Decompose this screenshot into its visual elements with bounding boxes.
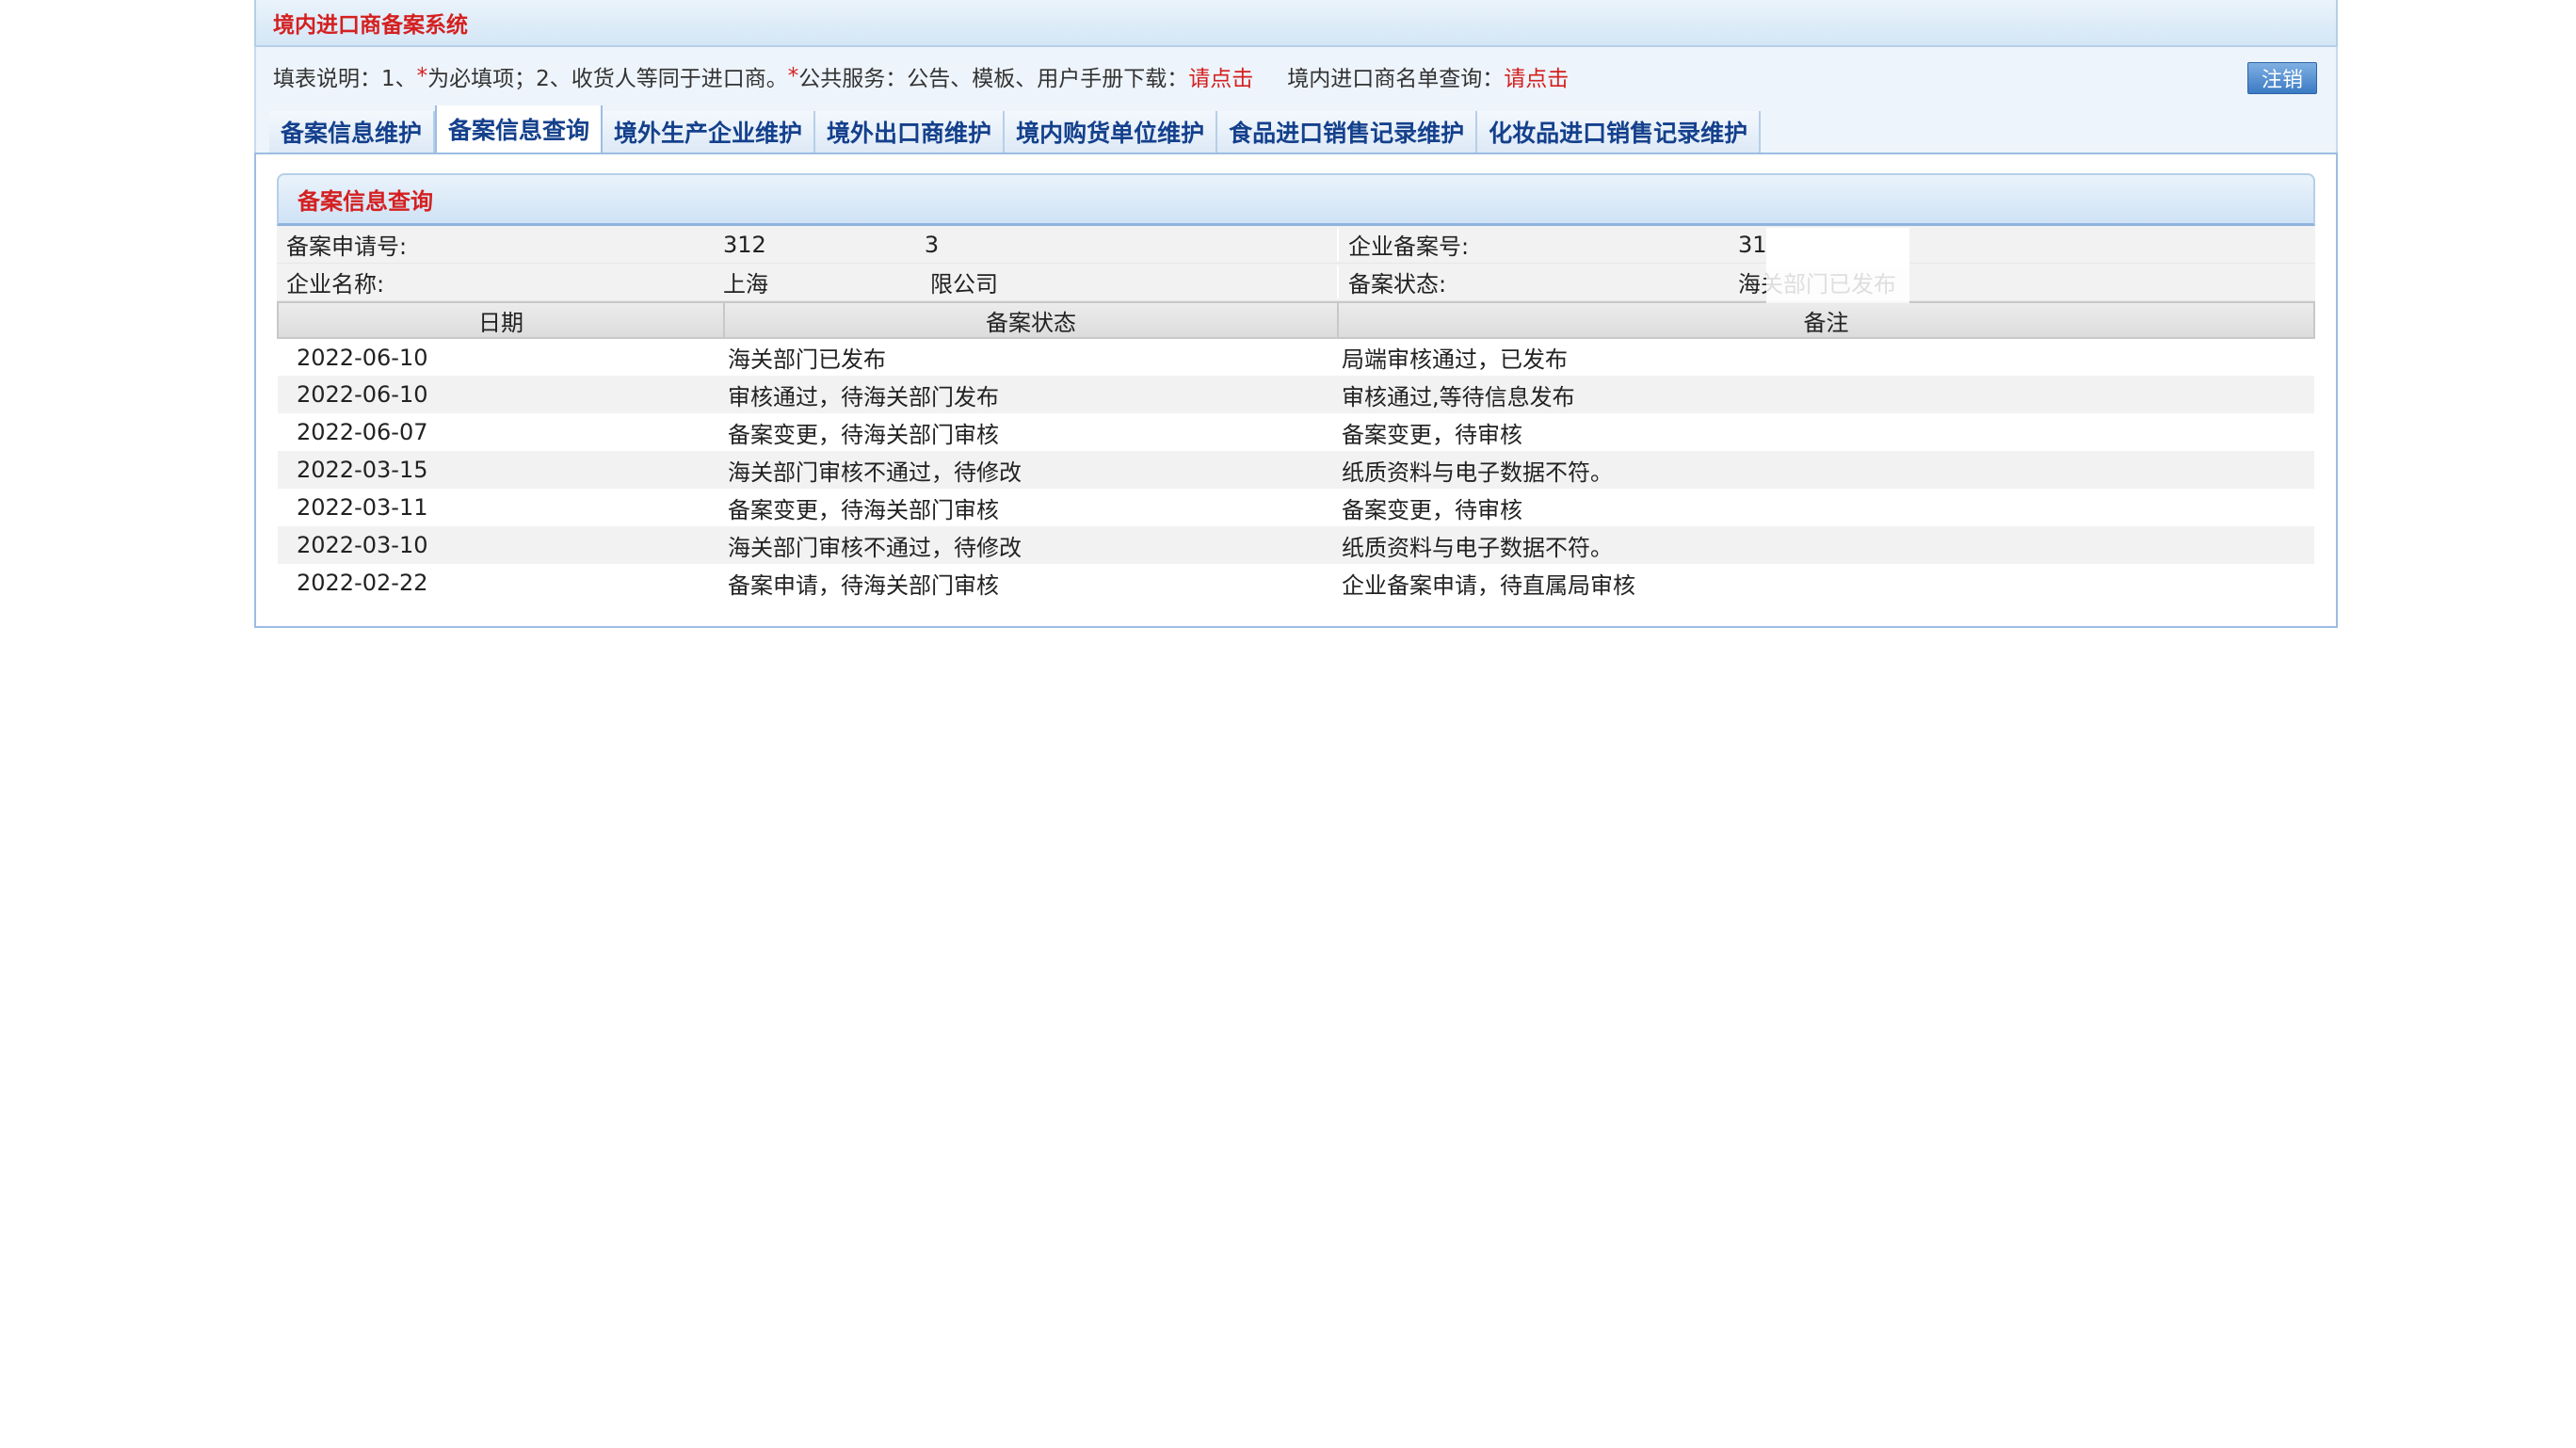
tab-6[interactable]: 食品进口销售记录维护 [1217, 111, 1478, 153]
summary-row: 企业名称: 上海 限公司 备案状态: 海关部门已发布 [277, 262, 2315, 303]
logout-button[interactable]: 注销 [2247, 62, 2317, 94]
cell-remark: 企业备案申请，待直属局审核 [1342, 571, 1635, 599]
info-text-1: 为必填项；2、收货人等同于进口商。 [427, 67, 788, 91]
cell-remark: 审核通过,等待信息发布 [1338, 376, 2314, 413]
tab-1[interactable]: 备案信息维护 [269, 111, 436, 153]
cell-status: 海关部门已发布 [728, 346, 886, 373]
cell-status: 海关部门审核不通过，待修改 [724, 526, 1338, 564]
required-star: * [416, 64, 428, 88]
summary-info: 备案申请号: 312 3 企业备案号: 31 企业名称: 上海 限公司 备案状态: … [277, 226, 2315, 303]
status-label: 备案状态: [1337, 265, 1738, 298]
history-table: 日期 备案状态 备注 2022-06-10 海关部门已发布 局端审核通过，已发布 20… [277, 301, 2315, 602]
summary-row: 备案申请号: 312 3 企业备案号: 31 [277, 226, 2315, 269]
table-row: 2022-03-10 海关部门审核不通过，待修改 纸质资料与电子数据不符。 [278, 526, 2314, 564]
col-header-date: 日期 [277, 301, 725, 339]
app-window: 境内进口商备案系统 填表说明：1、 * 为必填项；2、收货人等同于进口商。 * … [254, 0, 2338, 628]
cell-date: 2022-03-10 [278, 526, 724, 564]
col-header-remark: 备注 [1337, 301, 2315, 339]
title-bar: 境内进口商备案系统 [254, 0, 2338, 47]
app-title: 境内进口商备案系统 [273, 13, 468, 38]
app-no-part2: 3 [924, 231, 940, 258]
cell-status: 海关部门审核不通过，待修改 [724, 451, 1338, 489]
ent-no-value: 31 [1738, 227, 2315, 269]
table-row: 2022-06-10 海关部门已发布 局端审核通过，已发布 [278, 338, 2314, 376]
cell-date: 2022-02-22 [297, 570, 428, 596]
table-row: 2022-03-11 备案变更，待海关部门审核 备案变更，待审核 [278, 489, 2314, 526]
cell-status: 备案变更，待海关部门审核 [728, 496, 999, 523]
cell-remark: 备案变更，待审核 [1342, 496, 1522, 523]
cell-status: 备案变更，待海关部门审核 [728, 421, 999, 448]
section-title: 备案信息查询 [298, 188, 433, 215]
table-row: 2022-06-07 备案变更，待海关部门审核 备案变更，待审核 [278, 413, 2314, 451]
name-part1: 上海 [723, 271, 768, 298]
tab-2[interactable]: 备案信息查询 [435, 104, 604, 153]
cell-date: 2022-06-07 [297, 419, 428, 445]
cell-remark: 纸质资料与电子数据不符。 [1338, 451, 2314, 489]
info-text-3: 境内进口商名单查询： [1287, 67, 1505, 91]
tab-7[interactable]: 化妆品进口销售记录维护 [1477, 111, 1762, 153]
status-value: 海关部门已发布 [1738, 262, 2315, 303]
app-no-label: 备案申请号: [286, 233, 408, 260]
cell-status: 审核通过，待海关部门发布 [724, 376, 1338, 413]
section-header: 备案信息查询 [277, 173, 2315, 226]
importer-list-link[interactable]: 请点击 [1504, 60, 1569, 92]
table-row: 2022-02-22 备案申请，待海关部门审核 企业备案申请，待直属局审核 [278, 564, 2314, 602]
cell-status: 备案申请，待海关部门审核 [728, 571, 999, 599]
info-text-2: 公共服务：公告、模板、用户手册下载： [798, 67, 1189, 91]
download-link[interactable]: 请点击 [1188, 60, 1253, 92]
cell-date: 2022-06-10 [278, 376, 724, 413]
ent-no-label: 企业备案号: [1337, 228, 1738, 261]
tab-bar: 备案信息维护 备案信息查询 境外生产企业维护 境外出口商维护 境内购货单位维护 食品进口销… [254, 104, 2338, 153]
tab-3[interactable]: 境外生产企业维护 [603, 111, 816, 153]
cell-date: 2022-03-11 [297, 494, 428, 521]
required-star-2: * [787, 64, 799, 88]
table-row: 2022-06-10 审核通过，待海关部门发布 审核通过,等待信息发布 [278, 376, 2314, 413]
info-bar: 填表说明：1、 * 为必填项；2、收货人等同于进口商。 * 公共服务：公告、模板… [254, 47, 2338, 105]
app-no-value: 312 3 [723, 232, 1337, 258]
query-panel: 备案信息查询 备案申请号: 312 3 企业备案号: 31 企业名称: 上海 限公司 [254, 153, 2338, 628]
tab-4[interactable]: 境外出口商维护 [815, 111, 1006, 153]
cell-date: 2022-03-15 [278, 451, 724, 489]
redaction-mask [1766, 262, 1909, 303]
cell-remark: 纸质资料与电子数据不符。 [1338, 526, 2314, 564]
tab-5[interactable]: 境内购货单位维护 [1005, 111, 1218, 153]
name-part2: 限公司 [930, 271, 998, 298]
cell-remark: 备案变更，待审核 [1342, 421, 1522, 448]
ent-no-text: 31 [1738, 231, 1767, 258]
name-value: 上海 限公司 [723, 265, 1337, 298]
info-prefix: 填表说明：1、 [273, 67, 417, 91]
app-no-part1: 312 [723, 231, 766, 258]
col-header-status: 备案状态 [723, 301, 1339, 339]
name-label: 企业名称: [286, 271, 385, 298]
cell-remark: 局端审核通过，已发布 [1342, 346, 1568, 373]
table-row: 2022-03-15 海关部门审核不通过，待修改 纸质资料与电子数据不符。 [278, 451, 2314, 489]
cell-date: 2022-06-10 [297, 344, 428, 371]
